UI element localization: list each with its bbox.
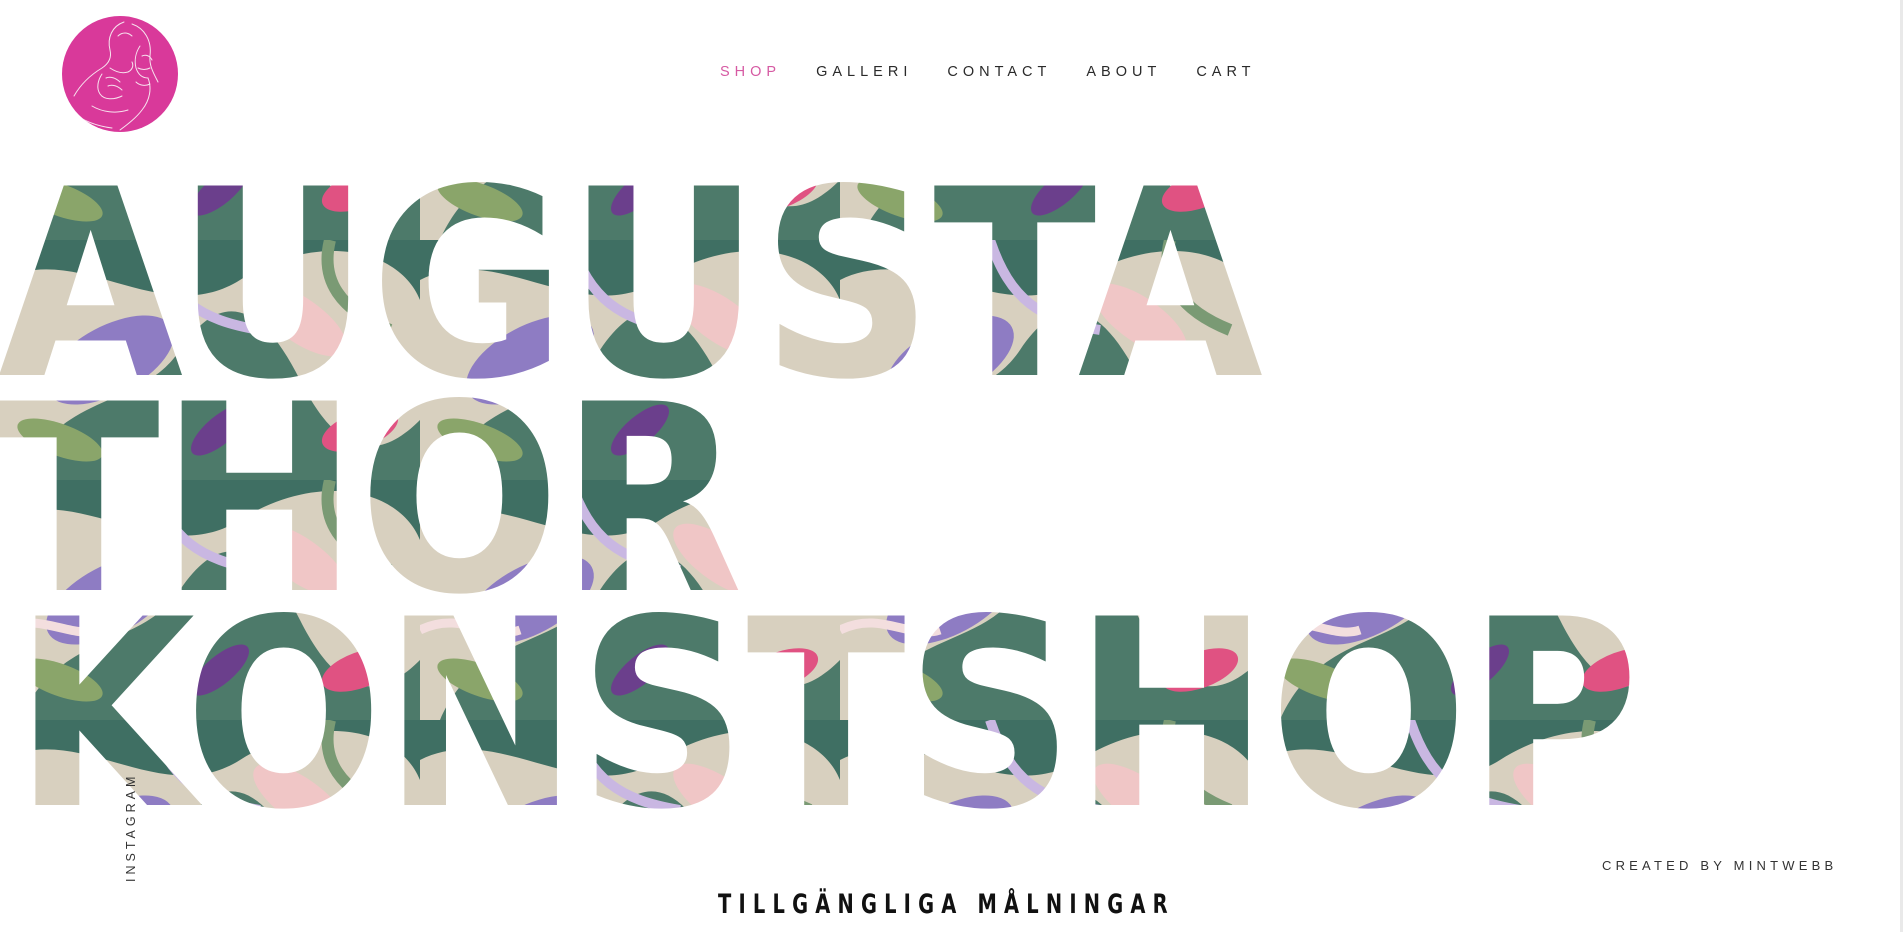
created-by-credit[interactable]: CREATED BY MINTWEBB	[1602, 858, 1837, 873]
hero-line-3: KONSTSHOP	[14, 565, 1639, 830]
hero-title: AUGUSTA THOR KONSTSHOP	[0, 0, 1700, 830]
instagram-link[interactable]: INSTAGRAM	[124, 773, 138, 882]
section-heading: TILLGÄNGLIGA MÅLNINGAR	[718, 889, 1175, 920]
